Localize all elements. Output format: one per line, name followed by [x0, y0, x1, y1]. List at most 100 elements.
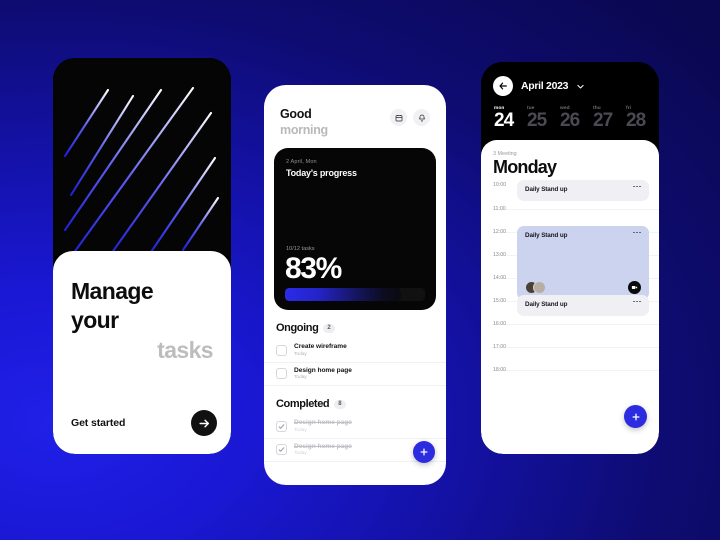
day-number: 25	[527, 110, 547, 131]
time-slot: 16:00	[493, 320, 659, 347]
task-name: Design home page	[294, 442, 352, 450]
notifications-button[interactable]	[413, 109, 430, 126]
section-label-ongoing: Ongoing	[276, 322, 319, 335]
todays-progress-card[interactable]: 2 April, Mon Today's progress 10/12 task…	[274, 148, 436, 311]
onboarding-card: Manage your tasks Get started	[53, 251, 231, 454]
video-camera-icon	[631, 285, 638, 289]
task-row[interactable]: Design home page Today	[264, 363, 446, 387]
time-slot: 18:00	[493, 366, 659, 393]
time-label: 10:00	[493, 181, 506, 188]
time-label: 18:00	[493, 366, 506, 373]
day-number: 28	[626, 110, 646, 131]
home-header: Good morning	[264, 85, 446, 138]
phone-onboarding: Manage your tasks Get started	[53, 58, 231, 454]
task-text: Create wireframe Today	[294, 343, 347, 357]
day-cell-wed[interactable]: wed 26	[560, 106, 588, 131]
onboarding-title-line2: your	[71, 307, 119, 334]
section-header-completed: Completed 8	[264, 386, 446, 415]
arrow-left-icon	[499, 82, 507, 90]
task-text: Design home page Today	[294, 419, 352, 433]
calendar-icon	[395, 114, 402, 121]
section-label-completed: Completed	[276, 398, 330, 411]
time-label: 17:00	[493, 343, 506, 350]
selected-day-name: Monday	[493, 157, 557, 177]
progress-date: 2 April, Mon	[286, 159, 317, 166]
task-checkbox[interactable]	[276, 368, 287, 379]
avatar	[533, 280, 546, 294]
month-label[interactable]: April 2023	[521, 80, 569, 92]
diagonal-stripes-pattern-icon	[63, 86, 220, 256]
task-name: Create wireframe	[294, 343, 347, 351]
hero-pattern	[53, 58, 231, 256]
add-event-button[interactable]	[624, 405, 647, 428]
plus-icon	[420, 448, 428, 456]
time-label: 13:00	[493, 251, 506, 258]
section-count-completed: 8	[334, 399, 346, 409]
task-text: Design home page Today	[294, 367, 352, 381]
task-due: Today	[294, 375, 307, 381]
schedule-grid: 10:00 11:00 12:00 13:00 14:00 15:00 16:0…	[481, 179, 659, 393]
task-checkbox[interactable]	[276, 420, 287, 432]
phone-calendar: April 2023 mon 24 tue 25 wed 26 thu 27 f…	[481, 62, 659, 454]
task-row[interactable]: Design home page Today	[264, 415, 446, 439]
attendee-avatars[interactable]	[525, 280, 546, 294]
month-dropdown-button[interactable]	[576, 82, 585, 91]
check-icon	[278, 447, 285, 452]
onboarding-title-line3: tasks	[157, 336, 213, 363]
home-header-actions	[390, 109, 430, 126]
section-header-ongoing: Ongoing 2	[264, 310, 446, 339]
day-number: 26	[560, 110, 580, 131]
poster-canvas: Manage your tasks Get started Good morni…	[0, 0, 720, 540]
back-button[interactable]	[493, 76, 513, 96]
calendar-button[interactable]	[390, 109, 407, 126]
day-cell-thu[interactable]: thu 27	[593, 106, 621, 131]
event-title: Daily Stand up	[525, 185, 568, 193]
week-day-strip: mon 24 tue 25 wed 26 thu 27 fri 28	[493, 106, 647, 131]
day-cell-fri[interactable]: fri 28	[626, 106, 654, 131]
calendar-nav-row: April 2023	[493, 76, 647, 96]
task-row[interactable]: Create wireframe Today	[264, 339, 446, 363]
get-started-button[interactable]	[191, 410, 217, 436]
greeting-block: Good morning	[280, 107, 328, 138]
task-checkbox[interactable]	[276, 344, 287, 356]
task-name: Design home page	[294, 419, 352, 427]
day-schedule-sheet: 3 Meeting Monday 10:00 11:00 12:00 13:00…	[481, 140, 659, 454]
greeting-line1: Good	[280, 107, 312, 121]
time-label: 12:00	[493, 228, 506, 235]
bell-icon	[418, 114, 425, 121]
greeting-line2: morning	[280, 122, 328, 137]
task-text: Design home page Today	[294, 443, 352, 457]
day-number: 27	[593, 110, 613, 131]
event-card[interactable]: Daily Stand up	[517, 294, 649, 316]
progress-bar-track	[285, 288, 425, 302]
more-horizontal-icon[interactable]	[633, 185, 641, 188]
arrow-right-icon	[198, 419, 209, 427]
event-title: Daily Stand up	[525, 231, 568, 239]
progress-bar-fill	[285, 288, 402, 302]
time-label: 15:00	[493, 297, 506, 304]
get-started-label[interactable]: Get started	[71, 417, 125, 429]
time-label: 16:00	[493, 320, 506, 327]
more-horizontal-icon[interactable]	[633, 300, 641, 303]
time-slot: 17:00	[493, 343, 659, 370]
join-video-call-button[interactable]	[628, 280, 641, 294]
day-cell-mon[interactable]: mon 24	[494, 106, 522, 131]
event-card[interactable]: Daily Stand up	[517, 179, 649, 201]
task-checkbox[interactable]	[276, 444, 287, 455]
time-label: 11:00	[493, 205, 506, 212]
event-title: Daily Stand up	[525, 300, 568, 308]
task-due: Today	[294, 427, 307, 433]
onboarding-title-line1: Manage	[71, 278, 154, 304]
event-footer	[525, 280, 641, 294]
onboarding-footer: Get started	[71, 410, 217, 436]
phone-home: Good morning 2 April, Mon Today's progre…	[264, 85, 446, 485]
event-card[interactable]: Daily Stand up	[517, 225, 649, 300]
progress-title: Today's progress	[286, 168, 357, 179]
task-due: Today	[294, 351, 307, 357]
add-task-button[interactable]	[413, 441, 435, 463]
time-label: 14:00	[493, 274, 506, 281]
more-horizontal-icon[interactable]	[633, 231, 641, 234]
day-cell-tue[interactable]: tue 25	[527, 106, 555, 131]
section-count-ongoing: 2	[323, 323, 335, 333]
calendar-header: April 2023 mon 24 tue 25 wed 26 thu 27 f…	[481, 62, 659, 146]
